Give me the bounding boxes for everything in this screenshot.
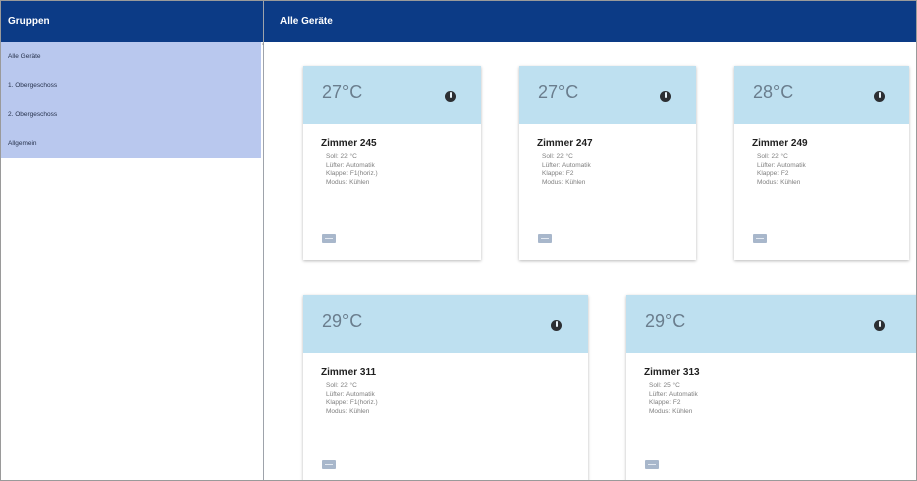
card-flap: Klappe: F2 xyxy=(757,170,789,177)
card-details: Zimmer 245 Soll: 22 °C Lüfter: Automatik… xyxy=(303,124,481,187)
edit-icon[interactable] xyxy=(538,234,552,243)
power-icon[interactable] xyxy=(874,91,885,102)
card-fan: Lüfter: Automatik xyxy=(757,161,806,169)
device-card-zimmer-311: 29°C Zimmer 311 Soll: 22 °C Lüfter: Auto… xyxy=(303,295,588,480)
group-list: Alle Geräte 1. Obergeschoss 2. Obergesch… xyxy=(1,42,261,158)
card-flap: Klappe: F1(horiz.) xyxy=(326,170,378,177)
card-setpoint: Soll: 22 °C xyxy=(542,153,573,160)
edit-icon[interactable] xyxy=(645,460,659,469)
power-icon[interactable] xyxy=(551,320,562,331)
card-fan: Lüfter: Automatik xyxy=(326,390,375,398)
card-mode: Modus: Kühlen xyxy=(542,178,586,186)
card-setpoint: Soll: 22 °C xyxy=(757,153,788,160)
card-mode: Modus: Kühlen xyxy=(326,178,370,186)
card-fan: Lüfter: Automatik xyxy=(326,161,375,169)
sidebar-item-1-obergeschoss[interactable]: 1. Obergeschoss xyxy=(1,71,261,100)
card-temperature: 29°C xyxy=(322,311,363,331)
edit-icon[interactable] xyxy=(322,234,336,243)
card-flap: Klappe: F1(horiz.) xyxy=(326,399,378,406)
card-mode: Modus: Kühlen xyxy=(757,178,801,186)
device-card-zimmer-249: 28°C Zimmer 249 Soll: 22 °C Lüfter: Auto… xyxy=(734,66,909,260)
card-mode: Modus: Kühlen xyxy=(326,407,370,415)
power-icon[interactable] xyxy=(874,320,885,331)
app-frame: Gruppen Alle Geräte 1. Obergeschoss 2. O… xyxy=(0,0,917,481)
card-room-name: Zimmer 311 xyxy=(321,367,377,378)
device-card-zimmer-313: 29°C Zimmer 313 Soll: 25 °C Lüfter: Auto… xyxy=(626,295,916,480)
card-temperature: 29°C xyxy=(645,311,686,331)
card-flap: Klappe: F2 xyxy=(649,399,681,406)
card-room-name: Zimmer 249 xyxy=(752,138,808,149)
card-temperature: 28°C xyxy=(753,82,794,102)
device-card-zimmer-245: 27°C Zimmer 245 Soll: 22 °C Lüfter: Auto… xyxy=(303,66,481,260)
card-temperature-panel: 27°C xyxy=(303,66,481,124)
card-temperature-panel: 27°C xyxy=(519,66,696,124)
sidebar-item-2-obergeschoss[interactable]: 2. Obergeschoss xyxy=(1,100,261,129)
card-room-name: Zimmer 247 xyxy=(537,138,593,149)
card-room-name: Zimmer 245 xyxy=(321,138,377,149)
card-setpoint: Soll: 22 °C xyxy=(326,382,357,389)
card-setpoint: Soll: 22 °C xyxy=(326,153,357,160)
card-room-name: Zimmer 313 xyxy=(644,367,700,378)
page-title: Alle Geräte xyxy=(264,1,916,42)
card-temperature: 27°C xyxy=(322,82,363,102)
card-mode: Modus: Kühlen xyxy=(649,407,693,415)
card-temperature-panel: 28°C xyxy=(734,66,909,124)
card-details: Zimmer 249 Soll: 22 °C Lüfter: Automatik… xyxy=(734,124,909,187)
card-temperature-panel: 29°C xyxy=(626,295,916,353)
card-fan: Lüfter: Automatik xyxy=(542,161,591,169)
device-card-zimmer-247: 27°C Zimmer 247 Soll: 22 °C Lüfter: Auto… xyxy=(519,66,696,260)
card-details: Zimmer 311 Soll: 22 °C Lüfter: Automatik… xyxy=(303,353,588,416)
sidebar-item-allgemein[interactable]: Allgemein xyxy=(1,129,261,158)
edit-icon[interactable] xyxy=(322,460,336,469)
sidebar: Gruppen Alle Geräte 1. Obergeschoss 2. O… xyxy=(1,1,264,480)
power-icon[interactable] xyxy=(445,91,456,102)
card-temperature: 27°C xyxy=(538,82,579,102)
edit-icon[interactable] xyxy=(753,234,767,243)
power-icon[interactable] xyxy=(660,91,671,102)
card-fan: Lüfter: Automatik xyxy=(649,390,698,398)
card-temperature-panel: 29°C xyxy=(303,295,588,353)
main-panel: Alle Geräte 27°C Zimmer 245 Soll: 22 °C … xyxy=(264,1,916,480)
sidebar-item-alle-geraete[interactable]: Alle Geräte xyxy=(1,42,261,71)
sidebar-title: Gruppen xyxy=(1,1,263,42)
card-setpoint: Soll: 25 °C xyxy=(649,382,680,389)
card-details: Zimmer 247 Soll: 22 °C Lüfter: Automatik… xyxy=(519,124,696,187)
card-flap: Klappe: F2 xyxy=(542,170,574,177)
card-details: Zimmer 313 Soll: 25 °C Lüfter: Automatik… xyxy=(626,353,916,416)
